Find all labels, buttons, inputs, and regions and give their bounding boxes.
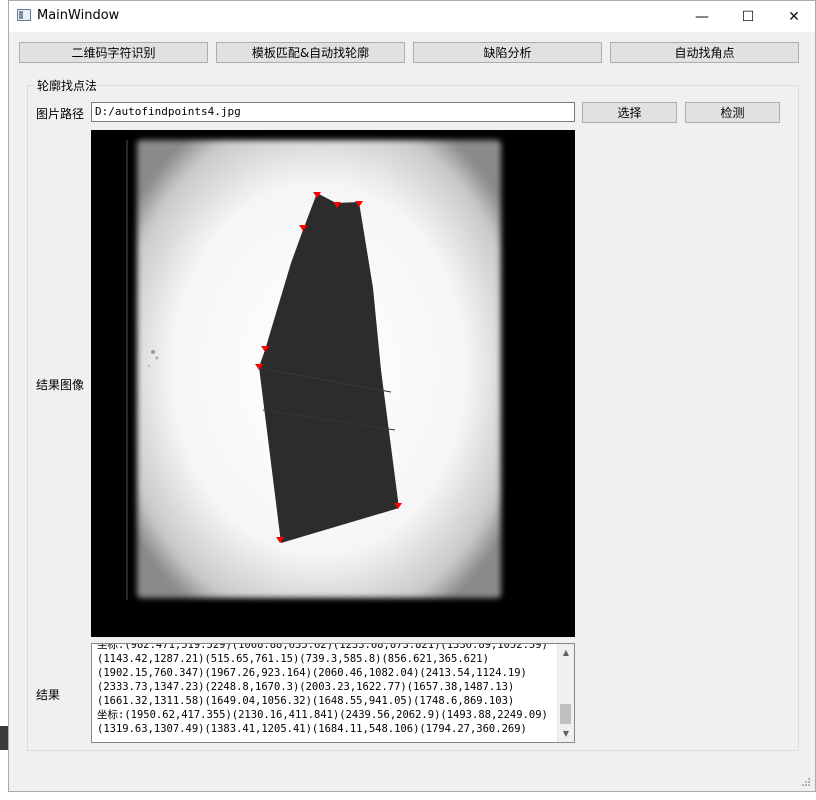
path-input[interactable]: D:/autofindpoints4.jpg	[91, 102, 575, 122]
qr-recognition-button[interactable]: 二维码字符识别	[19, 42, 208, 63]
window-title: MainWindow	[37, 8, 120, 23]
result-line: (2333.73,1347.23)(2248.8,1670.3)(2003.23…	[97, 681, 515, 693]
minimize-icon: —	[695, 8, 709, 25]
result-line: (1661.32,1311.58)(1649.04,1056.32)(1648.…	[97, 695, 515, 707]
result-line: 坐标:(982.471,519.529)(1068.88,635.62)(123…	[97, 643, 548, 651]
maximize-icon: ☐	[741, 8, 755, 25]
scroll-down-icon[interactable]: ▼	[558, 725, 574, 742]
result-image-label: 结果图像	[36, 378, 85, 392]
close-button[interactable]: ✕	[771, 1, 816, 32]
background-editor-edge	[0, 0, 8, 800]
result-image	[91, 130, 575, 637]
result-line: 坐标:(1950.62,417.355)(2130.16,411.841)(24…	[97, 709, 548, 721]
result-line: (1319.63,1307.49)(1383.41,1205.41)(1684.…	[97, 723, 527, 735]
defect-analysis-button[interactable]: 缺陷分析	[413, 42, 602, 63]
result-label: 结果	[36, 688, 61, 702]
template-match-button[interactable]: 模板匹配&自动找轮廓	[216, 42, 405, 63]
select-button[interactable]: 选择	[582, 102, 677, 123]
result-image-graphic	[91, 130, 575, 637]
group-title: 轮廓找点法	[35, 77, 100, 94]
scroll-up-icon[interactable]: ▲	[558, 644, 574, 661]
background-taskbar-edge	[0, 726, 8, 750]
result-line: (1143.42,1287.21)(515.65,761.15)(739.3,5…	[97, 653, 489, 665]
result-line: (1902.15,760.347)(1967.26,923.164)(2060.…	[97, 667, 527, 679]
app-icon	[17, 9, 31, 21]
detect-button[interactable]: 检测	[685, 102, 780, 123]
title-bar[interactable]: MainWindow — ☐ ✕	[9, 1, 815, 32]
auto-corner-button[interactable]: 自动找角点	[610, 42, 799, 63]
path-label: 图片路径	[36, 107, 85, 121]
close-icon: ✕	[788, 8, 800, 25]
results-textbox[interactable]: 坐标:(982.471,519.529)(1068.88,635.62)(123…	[91, 643, 575, 743]
main-window: MainWindow — ☐ ✕ 二维码字符识别 模板匹配&自动找轮廓 缺陷分析…	[8, 0, 816, 792]
results-scrollbar[interactable]: ▲ ▼	[557, 644, 574, 742]
maximize-button[interactable]: ☐	[725, 1, 771, 32]
minimize-button[interactable]: —	[679, 1, 725, 32]
results-text: 坐标:(982.471,519.529)(1068.88,635.62)(123…	[97, 643, 553, 736]
resize-grip-icon[interactable]	[801, 777, 811, 787]
scroll-thumb[interactable]	[560, 704, 571, 724]
